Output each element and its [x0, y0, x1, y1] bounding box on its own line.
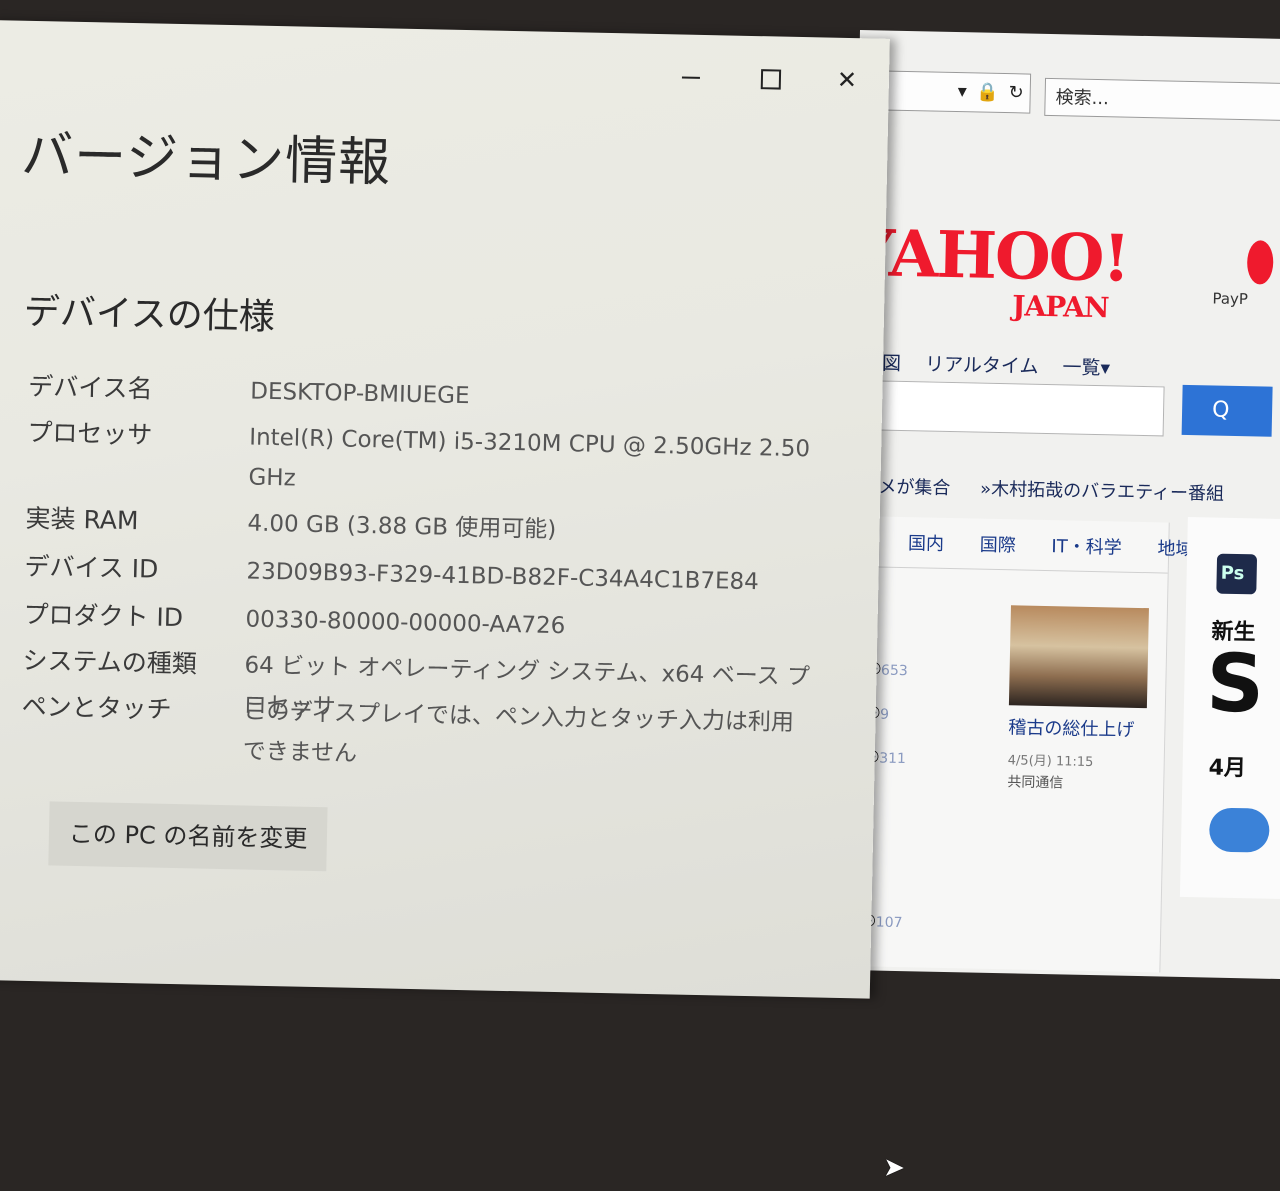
divider: [851, 565, 1168, 574]
news-panel: ソ 国内 国際 IT・科学 地域 💬653 💬9 💬311 💬107 稽古の総仕…: [842, 515, 1194, 1183]
ps-logo-icon: Ps: [1216, 553, 1258, 595]
news-tab-it-science[interactable]: IT・科学: [1051, 536, 1122, 558]
spec-value: 00330-80000-00000-AA726: [245, 606, 566, 640]
spec-label: プロダクト ID: [23, 599, 184, 633]
spec-label: システムの種類: [22, 645, 198, 679]
browser-window: ▾ 🔒 ↻ 検索... YAHOO! JAPAN PayP 地図 リアルタイム …: [840, 30, 1280, 1183]
spec-label: プロセッサ: [27, 417, 153, 450]
nav-list-link[interactable]: 一覧▾: [1062, 356, 1110, 379]
yahoo-logo[interactable]: YAHOO!: [849, 216, 1130, 297]
yahoo-search-input[interactable]: [861, 380, 1165, 437]
topic-ticker: ルメが集合 »木村拓哉のバラエティー番組: [860, 472, 1248, 506]
ad-panel[interactable]: Ps 新生 S 4月: [1179, 516, 1280, 900]
yahoo-logo-sub: JAPAN: [1011, 289, 1109, 325]
news-thumbnail[interactable]: [1008, 605, 1149, 709]
spec-label: ペンとタッチ: [21, 691, 172, 724]
maximize-button[interactable]: [745, 58, 798, 99]
ad-big-letter: S: [1205, 636, 1265, 731]
spec-label: デバイス ID: [24, 551, 159, 584]
address-bar[interactable]: ▾ 🔒 ↻: [868, 70, 1032, 114]
ad-button[interactable]: [1208, 807, 1270, 853]
spec-label: デバイス名: [28, 371, 153, 404]
maximize-icon: [760, 69, 782, 90]
minimize-button[interactable]: [665, 56, 718, 97]
spec-value: 23D09B93-F329-41BD-B82F-C34A4C1B7E84: [246, 558, 760, 596]
spec-label: 実装 RAM: [25, 503, 139, 536]
nav-realtime-link[interactable]: リアルタイム: [925, 353, 1039, 377]
news-title[interactable]: 稽古の総仕上げ: [1008, 713, 1135, 742]
news-tabs: ソ 国内 国際 IT・科学 地域: [854, 528, 1224, 562]
browser-search-input[interactable]: 検索...: [1044, 77, 1280, 122]
spec-value: Intel(R) Core(TM) i5-3210M CPU @ 2.50GHz…: [248, 424, 811, 492]
yahoo-nav: 地図 リアルタイム 一覧▾: [863, 348, 1129, 381]
page-title: バージョン情報: [20, 125, 392, 194]
ad-month: 4月: [1208, 755, 1247, 782]
dropdown-icon[interactable]: ▾: [957, 81, 966, 102]
mouse-cursor-icon: ➤: [882, 1152, 906, 1184]
close-button[interactable]: ✕: [821, 59, 874, 100]
spec-value: 4.00 GB (3.88 GB 使用可能): [247, 510, 557, 543]
news-tab-domestic[interactable]: 国内: [908, 533, 944, 555]
news-tab-international[interactable]: 国際: [979, 535, 1015, 557]
service-icon[interactable]: [1246, 240, 1274, 285]
lock-icon: 🔒: [976, 81, 1000, 103]
news-date: 4/5(月) 11:15: [1007, 753, 1094, 771]
rename-pc-button[interactable]: この PC の名前を変更: [48, 801, 328, 872]
minimize-icon: [681, 76, 700, 79]
yahoo-search-button[interactable]: Q: [1181, 384, 1273, 437]
spec-value: DESKTOP-BMIUEGE: [250, 378, 470, 410]
ticker-item[interactable]: »木村拓哉のバラエティー番組: [980, 479, 1224, 505]
spec-value: このディスプレイでは、ペン入力とタッチ入力は利用できません: [242, 698, 795, 767]
spec-row-device-name: デバイス名 DESKTOP-BMIUEGE: [28, 367, 829, 409]
section-title: デバイスの仕様: [23, 291, 276, 339]
refresh-icon[interactable]: ↻: [1008, 82, 1024, 103]
paypay-link[interactable]: PayP: [1212, 289, 1248, 308]
address-bar-controls: ▾ 🔒 ↻: [953, 81, 1023, 103]
settings-window: ✕ バージョン情報 デバイスの仕様 デバイス名 DESKTOP-BMIUEGE …: [0, 20, 890, 999]
news-source: 共同通信: [1007, 774, 1064, 792]
